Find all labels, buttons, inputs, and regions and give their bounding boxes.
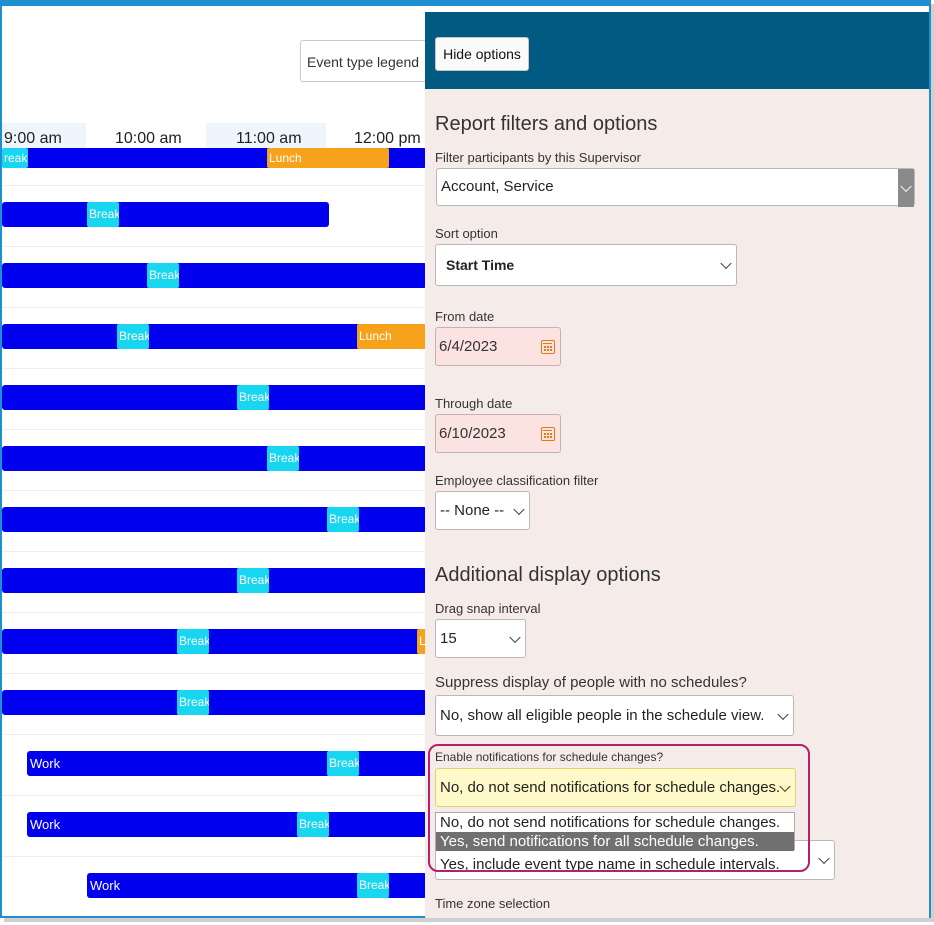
break-event[interactable]: Break <box>297 812 329 837</box>
row-divider <box>2 246 427 247</box>
suppress-label: Suppress display of people with no sched… <box>435 674 747 691</box>
supervisor-label: Filter participants by this Supervisor <box>435 150 641 165</box>
sort-select[interactable]: Start Time <box>435 244 737 286</box>
row-divider <box>2 612 427 613</box>
chevron-down-icon <box>777 708 789 720</box>
sort-value: Start Time <box>446 257 515 273</box>
work-bar[interactable] <box>2 385 427 410</box>
work-bar[interactable] <box>2 568 427 593</box>
calendar-icon[interactable] <box>541 426 555 441</box>
chevron-down-icon <box>818 852 830 865</box>
through-date-input[interactable]: 6/10/2023 <box>435 414 561 453</box>
snap-interval-label: Drag snap interval <box>435 601 541 616</box>
break-event[interactable]: Break <box>237 568 269 593</box>
annotation-highlight <box>428 744 810 872</box>
supervisor-value: Account, Service <box>441 178 554 195</box>
break-event[interactable]: Break <box>117 324 149 349</box>
suppress-value: No, show all eligible people in the sche… <box>440 707 765 724</box>
snap-interval-value: 15 <box>440 630 457 647</box>
chevron-down-icon <box>720 257 732 270</box>
work-bar[interactable] <box>2 202 329 227</box>
chevron-down-icon <box>509 631 521 643</box>
row-divider <box>2 490 427 491</box>
break-event[interactable]: Break <box>177 690 209 715</box>
work-bar[interactable] <box>2 629 427 654</box>
break-event[interactable]: Break <box>327 507 359 532</box>
row-divider <box>2 368 427 369</box>
break-event[interactable]: Break <box>267 446 299 471</box>
work-bar[interactable] <box>2 507 427 532</box>
supervisor-select[interactable]: Account, Service <box>436 168 915 207</box>
row-divider <box>2 551 427 552</box>
work-bar[interactable] <box>2 263 427 288</box>
through-date-value: 6/10/2023 <box>439 425 506 442</box>
options-panel-header: Hide options <box>425 12 929 89</box>
break-event[interactable]: Break <box>147 263 179 288</box>
lunch-event[interactable]: Lunch <box>267 148 389 168</box>
work-bar[interactable] <box>2 446 427 471</box>
work-bar[interactable] <box>2 690 427 715</box>
classification-label: Employee classification filter <box>435 473 599 488</box>
from-date-label: From date <box>435 309 495 324</box>
through-date-label: Through date <box>435 396 513 411</box>
section-title-display-options: Additional display options <box>435 564 661 586</box>
suppress-select[interactable]: No, show all eligible people in the sche… <box>435 695 794 736</box>
classification-value: -- None -- <box>440 502 505 519</box>
snap-interval-select[interactable]: 15 <box>435 619 526 658</box>
hide-options-button[interactable]: Hide options <box>435 37 529 71</box>
row-divider <box>2 795 427 796</box>
row-divider <box>2 307 427 308</box>
break-event[interactable]: Break <box>357 873 389 898</box>
work-bar[interactable]: Work <box>27 812 427 837</box>
row-divider <box>2 185 427 186</box>
calendar-icon[interactable] <box>541 339 555 354</box>
sort-label: Sort option <box>435 226 498 241</box>
break-event[interactable]: reak <box>2 148 28 168</box>
chevron-down-icon <box>513 503 525 515</box>
row-divider <box>2 673 427 674</box>
classification-select[interactable]: -- None -- <box>435 491 530 530</box>
from-date-value: 6/4/2023 <box>439 338 498 355</box>
lunch-event[interactable]: Lunch <box>357 324 427 349</box>
work-bar[interactable]: Work <box>27 751 427 776</box>
section-title-report-filters: Report filters and options <box>435 113 658 135</box>
window-shadow-bottom <box>4 918 934 922</box>
timezone-label: Time zone selection <box>435 896 551 911</box>
chevron-down-icon[interactable] <box>898 169 914 207</box>
break-event[interactable]: Break <box>237 385 269 410</box>
break-event[interactable]: Break <box>177 629 209 654</box>
row-divider <box>2 429 427 430</box>
row-divider <box>2 856 427 857</box>
break-event[interactable]: Break <box>87 202 119 227</box>
event-type-legend-button[interactable]: Event type legend <box>300 40 440 82</box>
from-date-input[interactable]: 6/4/2023 <box>435 327 561 366</box>
row-divider <box>2 734 427 735</box>
break-event[interactable]: Break <box>327 751 359 776</box>
